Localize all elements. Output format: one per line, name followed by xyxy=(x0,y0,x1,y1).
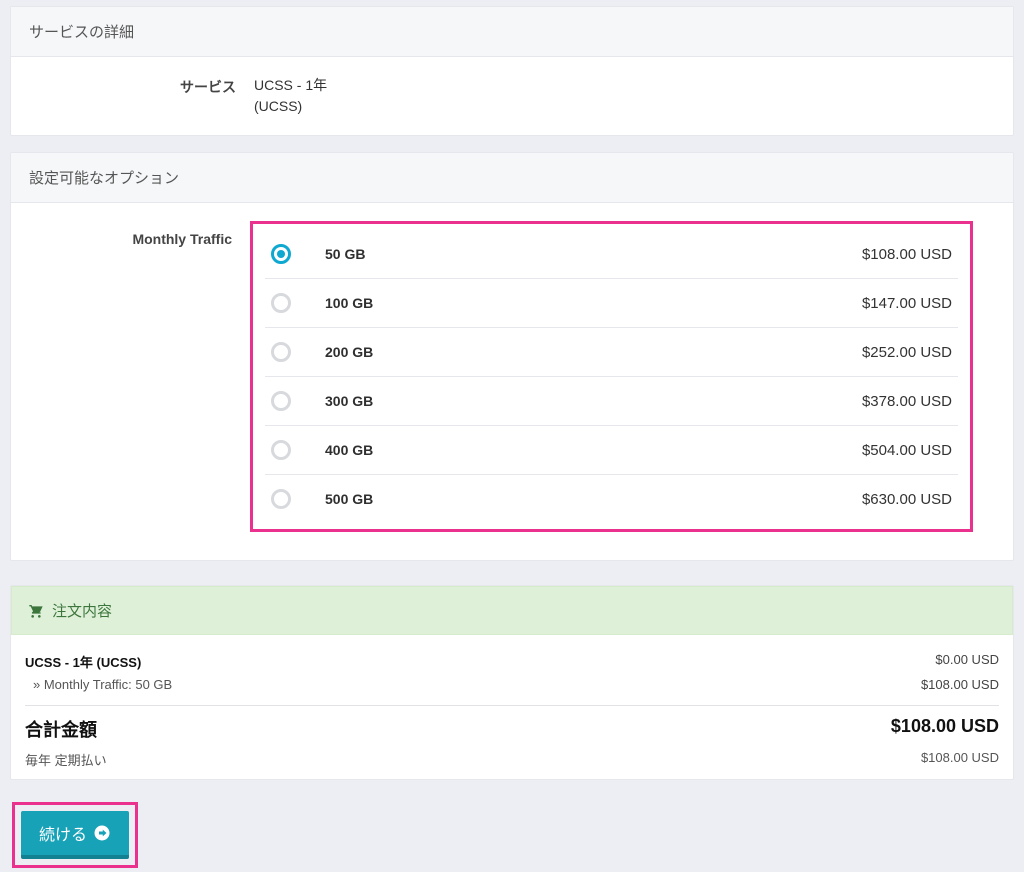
traffic-option-label: 500 GB xyxy=(325,491,862,507)
continue-button-label: 続ける xyxy=(39,821,87,845)
traffic-option-row[interactable]: 100 GB$147.00 USD xyxy=(265,279,958,328)
traffic-option-row[interactable]: 200 GB$252.00 USD xyxy=(265,328,958,377)
radio-icon[interactable] xyxy=(271,440,291,460)
radio-icon[interactable] xyxy=(271,391,291,411)
service-value-line1: UCSS - 1年 xyxy=(254,77,327,93)
summary-recurring-row: 毎年 定期払い $108.00 USD xyxy=(25,746,999,769)
summary-product-row: UCSS - 1年 (UCSS) $0.00 USD xyxy=(25,649,999,674)
service-details-title: サービスの詳細 xyxy=(11,7,1013,57)
service-row: サービス UCSS - 1年 (UCSS) xyxy=(29,75,995,117)
traffic-option-price: $630.00 USD xyxy=(862,491,952,508)
traffic-option-row[interactable]: 500 GB$630.00 USD xyxy=(265,475,958,523)
traffic-option-price: $378.00 USD xyxy=(862,393,952,410)
continue-button[interactable]: 続ける xyxy=(21,811,129,859)
traffic-option-label: 100 GB xyxy=(325,295,862,311)
order-summary-header: 注文内容 xyxy=(11,586,1013,635)
summary-recurring-value: $108.00 USD xyxy=(921,750,999,769)
order-summary-title: 注文内容 xyxy=(52,600,112,621)
configurable-options-title: 設定可能なオプション xyxy=(11,153,1013,203)
summary-option-name: » Monthly Traffic: 50 GB xyxy=(25,677,172,692)
service-label: サービス xyxy=(29,75,254,97)
traffic-option-label: 300 GB xyxy=(325,393,862,409)
summary-total-row: 合計金額 $108.00 USD xyxy=(25,714,999,746)
summary-option-price: $108.00 USD xyxy=(921,677,999,692)
traffic-option-row[interactable]: 400 GB$504.00 USD xyxy=(265,426,958,475)
service-value: UCSS - 1年 (UCSS) xyxy=(254,75,995,117)
radio-icon[interactable] xyxy=(271,244,291,264)
monthly-traffic-options-list: 50 GB$108.00 USD100 GB$147.00 USD200 GB$… xyxy=(265,230,958,523)
traffic-option-row[interactable]: 50 GB$108.00 USD xyxy=(265,230,958,279)
traffic-option-price: $147.00 USD xyxy=(862,295,952,312)
radio-icon[interactable] xyxy=(271,342,291,362)
order-summary-panel: 注文内容 UCSS - 1年 (UCSS) $0.00 USD » Monthl… xyxy=(10,585,1014,780)
arrow-right-circle-icon xyxy=(93,824,111,842)
configurable-options-body: Monthly Traffic 50 GB$108.00 USD100 GB$1… xyxy=(11,203,1013,560)
traffic-option-price: $108.00 USD xyxy=(862,246,952,263)
cart-icon xyxy=(28,603,44,619)
traffic-option-price: $504.00 USD xyxy=(862,442,952,459)
summary-recurring-label: 毎年 定期払い xyxy=(25,750,107,769)
summary-divider xyxy=(25,705,999,706)
summary-product-name: UCSS - 1年 (UCSS) xyxy=(25,652,141,671)
continue-button-highlight-box: 続ける xyxy=(12,802,138,868)
configurable-options-panel: 設定可能なオプション Monthly Traffic 50 GB$108.00 … xyxy=(10,152,1014,561)
traffic-option-label: 50 GB xyxy=(325,246,862,262)
traffic-option-row[interactable]: 300 GB$378.00 USD xyxy=(265,377,958,426)
radio-icon[interactable] xyxy=(271,293,291,313)
summary-total-label: 合計金額 xyxy=(25,716,97,742)
service-details-body: サービス UCSS - 1年 (UCSS) xyxy=(11,57,1013,135)
radio-icon[interactable] xyxy=(271,489,291,509)
continue-button-wrap: 続ける xyxy=(12,802,1014,868)
summary-product-price: $0.00 USD xyxy=(935,652,999,671)
service-details-panel: サービスの詳細 サービス UCSS - 1年 (UCSS) xyxy=(10,6,1014,136)
traffic-option-label: 400 GB xyxy=(325,442,862,458)
service-value-line2: (UCSS) xyxy=(254,98,302,114)
traffic-option-label: 200 GB xyxy=(325,344,862,360)
order-summary-body: UCSS - 1年 (UCSS) $0.00 USD » Monthly Tra… xyxy=(11,635,1013,779)
summary-option-row: » Monthly Traffic: 50 GB $108.00 USD xyxy=(25,674,999,695)
summary-total-value: $108.00 USD xyxy=(891,716,999,742)
monthly-traffic-label: Monthly Traffic xyxy=(35,221,250,532)
traffic-option-price: $252.00 USD xyxy=(862,344,952,361)
monthly-traffic-options-highlight-box: 50 GB$108.00 USD100 GB$147.00 USD200 GB$… xyxy=(250,221,973,532)
